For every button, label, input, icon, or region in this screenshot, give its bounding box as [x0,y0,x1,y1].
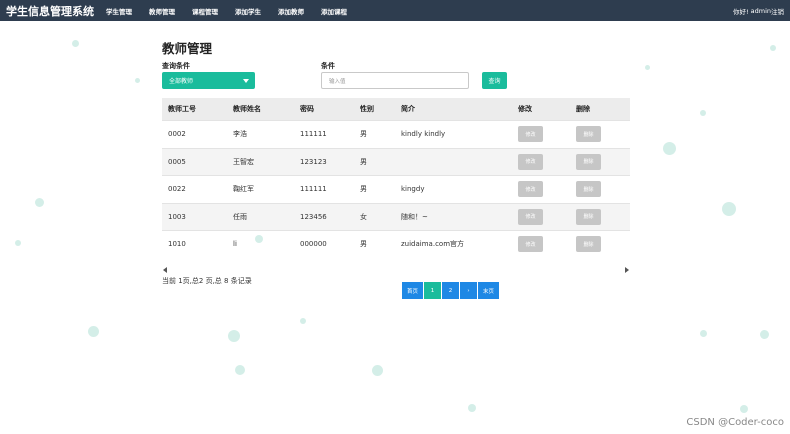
edit-cell: 修改 [518,176,543,203]
caret-down-icon [243,79,249,83]
query-condition-label: 查询条件 [162,62,190,70]
delete-button[interactable]: 删除 [576,236,601,253]
nav-add-student[interactable]: 添加学生 [235,6,261,16]
cell-teacher-id: 0002 [168,130,186,139]
table-row: 0002 李浩 111111 男 kindly kindly 修改 删除 [162,120,630,148]
cell-teacher-name: 王智宏 [233,157,254,166]
main-content: 教师管理 查询条件 全部教师 条件 输入值 查询 教师工号 教师姓名 密码 性别… [162,38,630,299]
pagination: 首页 1 2 › 末页 [402,282,500,299]
header-intro: 简介 [401,105,415,113]
scroll-left-arrow-icon[interactable] [163,267,167,273]
logout-link[interactable]: 注销 [771,6,784,16]
delete-cell: 删除 [576,121,601,148]
cell-password: 123456 [300,212,327,221]
last-page-button[interactable]: 末页 [478,282,500,299]
nav-student-management[interactable]: 学生管理 [106,6,132,16]
cell-gender: 男 [360,185,367,194]
cell-gender: 男 [360,240,367,249]
cell-intro: 随和！~ [401,212,428,221]
cell-intro: zuidaima.com官方 [401,240,465,249]
edit-cell: 修改 [518,231,543,258]
top-navbar: 学生信息管理系统 学生管理 教师管理 课程管理 添加学生 添加教师 添加课程 你… [0,0,790,21]
cell-password: 123123 [300,157,327,166]
cell-teacher-name: 李浩 [233,130,247,139]
edit-cell: 修改 [518,204,543,231]
edit-button[interactable]: 修改 [518,181,543,198]
condition-input[interactable]: 输入值 [321,72,469,89]
cell-password: 000000 [300,240,327,249]
horizontal-scrollbar[interactable] [162,267,630,274]
cell-password: 111111 [300,185,327,194]
page-2-button[interactable]: 2 [442,282,460,299]
query-button[interactable]: 查询 [482,72,507,89]
delete-button[interactable]: 删除 [576,181,601,198]
cell-teacher-name: 任雨 [233,212,247,221]
csdn-watermark: CSDN @Coder-coco [686,417,784,428]
cell-teacher-id: 1003 [168,212,186,221]
cell-teacher-id: 0005 [168,157,186,166]
select-value: 全部教师 [169,78,194,85]
cell-gender: 男 [360,130,367,139]
delete-button[interactable]: 删除 [576,126,601,143]
first-page-button[interactable]: 首页 [402,282,424,299]
table-row: 1010 li 000000 男 zuidaima.com官方 修改 删除 [162,230,630,258]
cell-password: 111111 [300,130,327,139]
teacher-filter-select[interactable]: 全部教师 [162,72,255,89]
nav-teacher-management[interactable]: 教师管理 [149,6,175,16]
nav-course-management[interactable]: 课程管理 [192,6,218,16]
username-text: admin [750,6,771,15]
header-teacher-id: 教师工号 [168,105,196,113]
delete-button[interactable]: 删除 [576,208,601,225]
page-1-button[interactable]: 1 [424,282,442,299]
header-password: 密码 [300,105,314,113]
user-area: 你好! admin 注销 [733,0,784,21]
cell-intro: kingdy [401,185,425,194]
edit-button[interactable]: 修改 [518,153,543,170]
app-brand[interactable]: 学生信息管理系统 [6,3,94,19]
header-gender: 性别 [360,105,374,113]
page-title: 教师管理 [162,41,213,56]
table-row: 0005 王智宏 123123 男 修改 删除 [162,147,630,176]
table-row: 0022 鞠红军 111111 男 kingdy 修改 删除 [162,175,630,203]
teacher-table: 教师工号 教师姓名 密码 性别 简介 修改 删除 0002 李浩 111111 … [162,98,630,258]
next-page-button[interactable]: › [460,282,478,299]
edit-cell: 修改 [518,121,543,148]
edit-button[interactable]: 修改 [518,208,543,225]
edit-cell: 修改 [518,149,543,176]
table-header-row: 教师工号 教师姓名 密码 性别 简介 修改 删除 [162,98,630,120]
cell-gender: 女 [360,212,367,221]
edit-button[interactable]: 修改 [518,126,543,143]
nav-add-course[interactable]: 添加课程 [321,6,347,16]
cell-teacher-name: li [233,240,237,249]
header-delete: 删除 [576,105,590,113]
greeting-text: 你好! [733,7,749,16]
delete-cell: 删除 [576,204,601,231]
cell-gender: 男 [360,157,367,166]
delete-cell: 删除 [576,176,601,203]
nav-add-teacher[interactable]: 添加教师 [278,6,304,16]
cell-teacher-name: 鞠红军 [233,185,254,194]
cell-intro: kindly kindly [401,130,446,139]
delete-button[interactable]: 删除 [576,153,601,170]
delete-cell: 删除 [576,231,601,258]
table-row: 1003 任雨 123456 女 随和！~ 修改 删除 [162,202,630,231]
delete-cell: 删除 [576,149,601,176]
pagination-summary: 当前 1页,总2 页,总 8 条记录 [162,277,252,285]
cell-teacher-id: 1010 [168,240,186,249]
cell-teacher-id: 0022 [168,185,186,194]
scroll-right-arrow-icon[interactable] [625,267,629,273]
header-edit: 修改 [518,105,532,113]
input-placeholder: 输入值 [329,78,346,85]
header-teacher-name: 教师姓名 [233,105,261,113]
condition-label: 条件 [321,62,335,70]
edit-button[interactable]: 修改 [518,236,543,253]
